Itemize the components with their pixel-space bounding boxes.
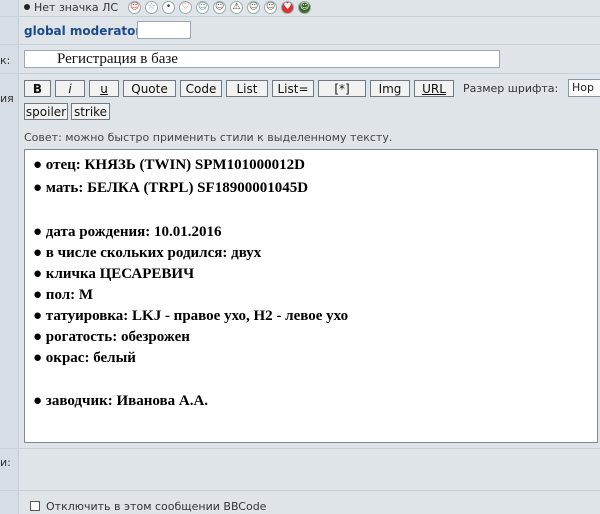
moderator-label: global moderator (24, 24, 142, 38)
tip-text: Совет: можно быстро применить стили к вы… (24, 131, 393, 144)
list-button[interactable]: List (226, 80, 268, 97)
message-textarea[interactable]: ● отец: КНЯЗЬ (TWIN) SPM101000012D ● мат… (24, 149, 598, 443)
divider (0, 448, 600, 449)
face-icon[interactable]: ☺ (247, 0, 261, 14)
heart-icon[interactable]: ♥ (281, 0, 295, 14)
bold-button[interactable]: B (24, 80, 51, 97)
message-line: ● татуировка: LKJ - правое ухо, H2 - лев… (33, 308, 349, 324)
face-icon[interactable]: ☺ (213, 0, 227, 14)
face-icon[interactable]: ☺ (264, 0, 278, 14)
message-line: ● мать: БЕЛКА (TRPL) SF18900001045D (33, 180, 309, 196)
quote-button[interactable]: Quote (123, 80, 176, 97)
subject-label: к: (0, 54, 11, 67)
message-line: ● рогатость: обезрожен (33, 329, 190, 345)
options-label: и: (0, 456, 11, 469)
message-line: ● в числе скольких родился: двух (33, 245, 262, 261)
code-button[interactable]: Code (180, 80, 222, 97)
divider (0, 16, 600, 17)
img-button[interactable]: Img (370, 80, 410, 97)
message-line: ● пол: М (33, 287, 94, 303)
divider (0, 44, 600, 45)
strike-button[interactable]: strike (71, 103, 110, 120)
message-label: ия (0, 92, 14, 105)
disable-bbcode-checkbox[interactable] (30, 501, 40, 511)
spoiler-button[interactable]: spoiler (24, 103, 68, 120)
warning-icon[interactable]: ⚠ (230, 0, 244, 14)
message-line: ● окрас: белый (33, 350, 136, 366)
disable-bbcode-label: Отключить в этом сообщении BBCode (46, 500, 267, 513)
font-size-label: Размер шрифта: (463, 82, 559, 95)
underline-button[interactable]: u (89, 80, 119, 97)
font-size-select[interactable]: Нор (568, 79, 600, 97)
list-item-button[interactable]: [*] (318, 80, 366, 97)
message-line: ● дата рождения: 10.01.2016 (33, 224, 222, 240)
face-icon[interactable]: ☺ (196, 0, 210, 14)
face-icon[interactable]: • (162, 0, 176, 14)
face-icon[interactable]: ☺ (298, 0, 312, 14)
no-icon-label: Нет значка ЛС (34, 0, 119, 14)
bbcode-toolbar-secondary: spoiler strike (24, 103, 110, 120)
divider (0, 490, 600, 491)
url-button[interactable]: URL (414, 80, 454, 97)
bbcode-toolbar: B i u Quote Code List List= [*] Img URL (24, 79, 454, 98)
smile-icon[interactable]: ☺ (128, 0, 142, 14)
message-line: ● отец: КНЯЗЬ (TWIN) SPM101000012D (33, 157, 305, 173)
moderator-input[interactable] (137, 21, 191, 39)
message-line: ● заводчик: Иванова А.А. (33, 393, 209, 409)
post-icon-row: Нет значка ЛС ☺ ☆ • ♡ ☺ ☺ ⚠ ☺ ☺ ♥ ☺ (24, 0, 312, 14)
divider (0, 73, 600, 74)
left-label-column (0, 0, 19, 514)
italic-button[interactable]: i (55, 80, 85, 97)
star-icon[interactable]: ☆ (145, 0, 159, 14)
heart-icon[interactable]: ♡ (179, 0, 193, 14)
subject-input[interactable]: Регистрация в базе (24, 50, 500, 68)
no-icon-radio[interactable] (24, 4, 30, 10)
message-line: ● кличка ЦЕСАРЕВИЧ (33, 266, 195, 282)
ordered-list-button[interactable]: List= (272, 80, 314, 97)
